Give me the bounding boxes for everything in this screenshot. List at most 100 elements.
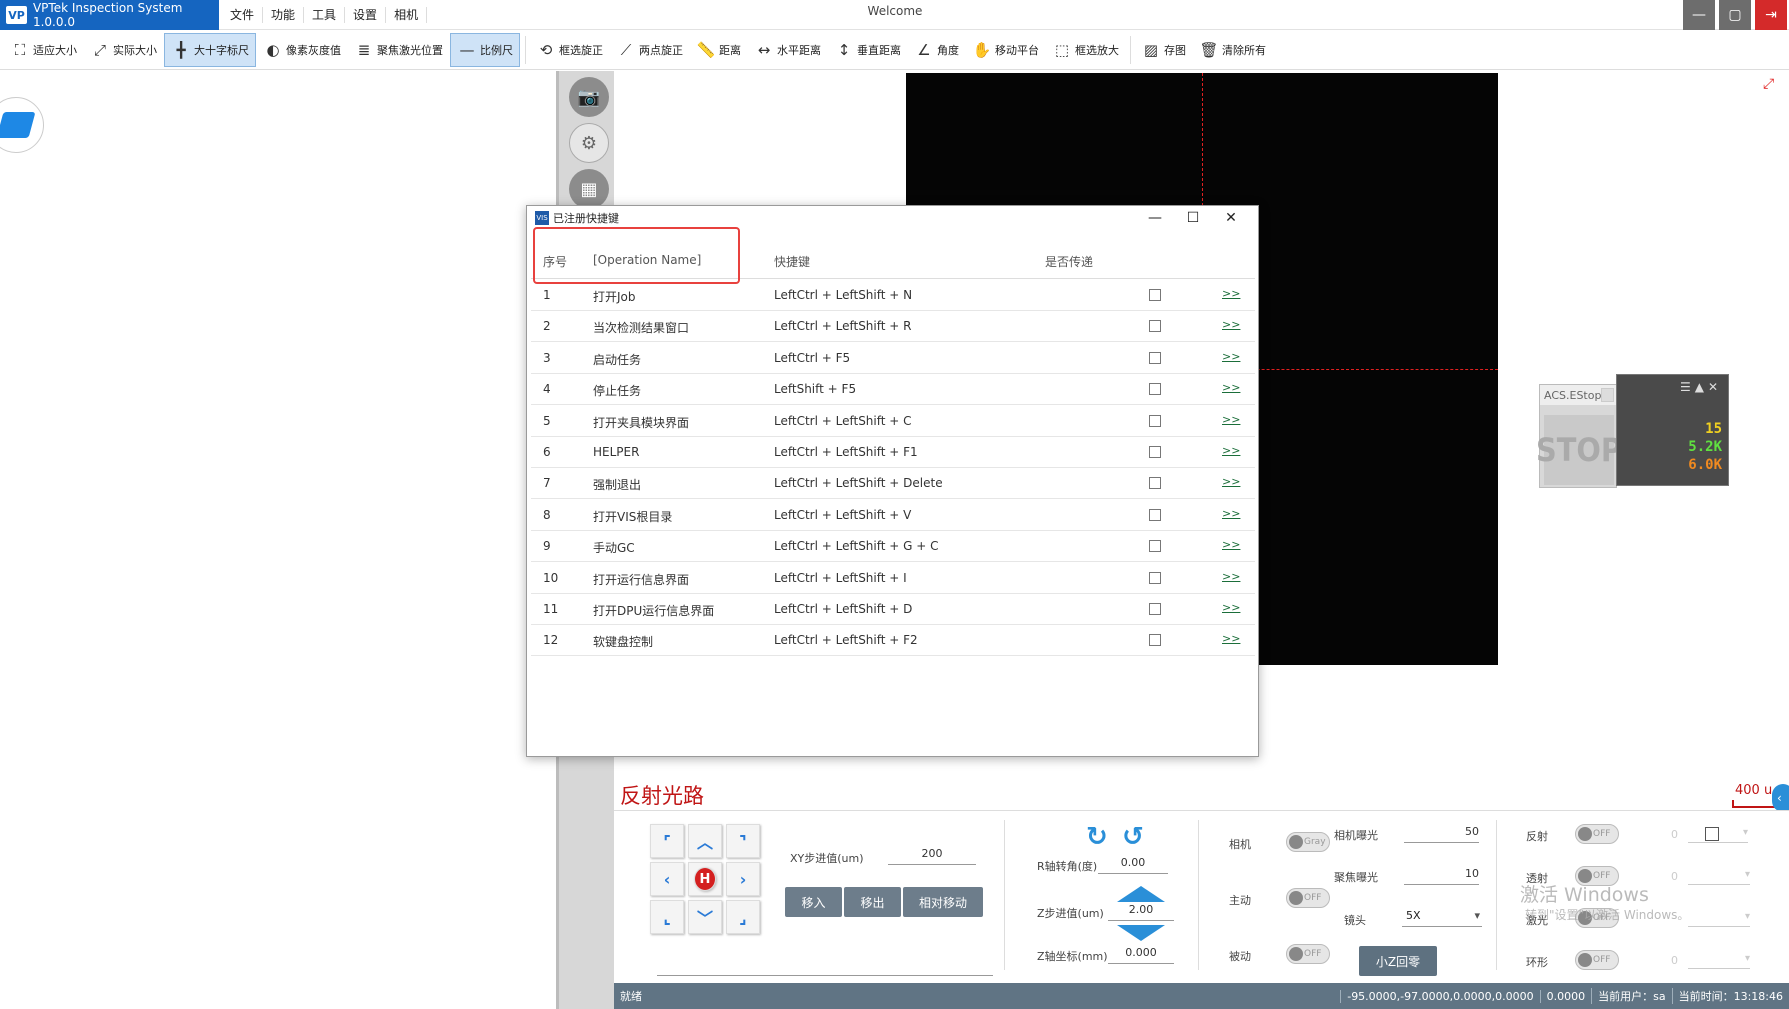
passive-toggle[interactable]: OFF [1286, 944, 1330, 964]
move-down-button[interactable]: ﹀ [688, 900, 722, 934]
table-row[interactable]: 12 软键盘控制 LeftCtrl + LeftShift + F2 >> [531, 625, 1255, 657]
dialog-minimize-button[interactable]: — [1135, 208, 1175, 228]
move-up-right-button[interactable]: ⌝ [726, 824, 760, 858]
camera-capture-button[interactable]: 📷 [569, 77, 609, 117]
row-detail-link[interactable]: >> [1222, 381, 1240, 394]
reflect-dropdown[interactable]: ▾ [1688, 827, 1748, 843]
vertical-distance-button[interactable]: ↕ 垂直距离 [828, 33, 907, 67]
move-up-button[interactable]: ︿ [688, 824, 722, 858]
reflect-toggle[interactable]: OFF [1575, 824, 1619, 844]
pass-through-checkbox[interactable] [1149, 603, 1161, 615]
move-in-button[interactable]: 移入 [785, 887, 842, 917]
move-down-left-button[interactable]: ⌞ [650, 900, 684, 934]
horizontal-distance-button[interactable]: ↔ 水平距离 [748, 33, 827, 67]
clear-all-button[interactable]: 🗑 清除所有 [1193, 33, 1272, 67]
pass-through-checkbox[interactable] [1149, 571, 1161, 584]
expand-icon[interactable]: ⤢ [1763, 76, 1774, 92]
pass-through-checkbox[interactable] [1149, 414, 1161, 427]
move-right-button[interactable]: › [726, 862, 760, 896]
acs-close-box[interactable] [1601, 388, 1614, 402]
table-row[interactable]: 9 手动GC LeftCtrl + LeftShift + G + C >> [531, 531, 1255, 563]
maximize-button[interactable]: ▢ [1719, 0, 1751, 30]
lens-select[interactable]: 5X [1402, 909, 1482, 927]
pass-through-checkbox[interactable] [1149, 289, 1161, 301]
pass-through-checkbox[interactable] [1149, 634, 1161, 647]
exit-button[interactable]: ⇥ [1755, 0, 1787, 30]
actual-size-button[interactable]: ⤢ 实际大小 [84, 33, 163, 67]
pass-through-checkbox[interactable] [1149, 446, 1161, 458]
dialog-close-button[interactable]: ✕ [1211, 208, 1251, 228]
z-step-input[interactable]: 2.00 [1108, 903, 1174, 921]
table-row[interactable]: 5 打开夹具模块界面 LeftCtrl + LeftShift + C >> [531, 406, 1255, 437]
menu-function[interactable]: 功能 [263, 7, 305, 23]
row-detail-link[interactable]: >> [1222, 601, 1240, 614]
two-point-rotate-button[interactable]: ⟋ 两点旋正 [610, 33, 689, 67]
table-row[interactable]: 1 打开Job LeftCtrl + LeftShift + N >> [531, 280, 1255, 311]
menu-settings[interactable]: 设置 [345, 7, 387, 23]
table-row[interactable]: 6 HELPER LeftCtrl + LeftShift + F1 >> [531, 437, 1255, 468]
focus-laser-button[interactable]: ≣ 聚焦激光位置 [348, 33, 449, 67]
move-down-right-button[interactable]: ⌟ [726, 900, 760, 934]
home-button[interactable]: H [688, 862, 722, 896]
z-down-button[interactable] [1117, 925, 1165, 941]
angle-button[interactable]: ∠ 角度 [908, 33, 965, 67]
ring-toggle[interactable]: OFF [1575, 950, 1619, 970]
up-icon[interactable]: ▲ [1695, 380, 1708, 394]
table-row[interactable]: 10 打开运行信息界面 LeftCtrl + LeftShift + I >> [531, 563, 1255, 594]
scale-bar-button[interactable]: — 比例尺 [450, 32, 520, 67]
move-platform-button[interactable]: ✋ 移动平台 [966, 33, 1045, 67]
r-angle-input[interactable]: 0.00 [1098, 856, 1168, 874]
move-left-button[interactable]: ‹ [650, 862, 684, 896]
row-detail-link[interactable]: >> [1222, 507, 1240, 520]
dialog-maximize-button[interactable]: ☐ [1173, 208, 1213, 228]
focus-exposure-input[interactable]: 10 [1404, 867, 1479, 885]
table-row[interactable]: 4 停止任务 LeftShift + F5 >> [531, 374, 1255, 406]
transmit-dropdown[interactable]: ▾ [1688, 869, 1750, 885]
fit-size-button[interactable]: ⛶ 适应大小 [4, 33, 83, 67]
table-row[interactable]: 7 强制退出 LeftCtrl + LeftShift + Delete >> [531, 468, 1255, 500]
table-row[interactable]: 3 启动任务 LeftCtrl + F5 >> [531, 343, 1255, 374]
laser-dropdown[interactable]: ▾ [1688, 911, 1750, 927]
table-row[interactable]: 11 打开DPU运行信息界面 LeftCtrl + LeftShift + D >> [531, 594, 1255, 625]
row-detail-link[interactable]: >> [1222, 413, 1240, 426]
close-icon[interactable]: ✕ [1708, 380, 1722, 394]
zoom-select-button[interactable]: ⬚ 框选放大 [1046, 33, 1125, 67]
move-up-left-button[interactable]: ⌜ [650, 824, 684, 858]
row-detail-link[interactable]: >> [1222, 475, 1240, 488]
stop-button[interactable]: STOP [1536, 415, 1622, 485]
rotate-ccw-button[interactable]: ↻ [1086, 822, 1108, 852]
collapse-panel-button[interactable]: ‹ [1772, 784, 1789, 812]
pass-through-checkbox[interactable] [1149, 477, 1161, 490]
row-detail-link[interactable]: >> [1222, 538, 1240, 551]
small-z-home-button[interactable]: 小Z回零 [1359, 946, 1437, 976]
table-row[interactable]: 2 当次检测结果窗口 LeftCtrl + LeftShift + R >> [531, 311, 1255, 343]
save-image-button[interactable]: ▨ 存图 [1135, 33, 1192, 67]
move-out-button[interactable]: 移出 [844, 887, 901, 917]
pass-through-checkbox[interactable] [1149, 351, 1161, 364]
relative-move-button[interactable]: 相对移动 [903, 887, 983, 917]
minimize-button[interactable]: — [1683, 0, 1715, 30]
table-row[interactable]: 8 打开VIS根目录 LeftCtrl + LeftShift + V >> [531, 500, 1255, 531]
camera-toggle[interactable]: Gray [1286, 832, 1330, 852]
menu-tools[interactable]: 工具 [304, 7, 346, 23]
pass-through-checkbox[interactable] [1149, 320, 1161, 333]
row-detail-link[interactable]: >> [1222, 444, 1240, 457]
pass-through-checkbox[interactable] [1149, 383, 1161, 396]
crosshair-ruler-button[interactable]: ╋ 大十字标尺 [164, 32, 256, 67]
pass-through-checkbox[interactable] [1149, 508, 1161, 521]
active-toggle[interactable]: OFF [1286, 888, 1330, 908]
row-detail-link[interactable]: >> [1222, 350, 1240, 363]
distance-button[interactable]: 📏 距离 [690, 33, 747, 67]
menu-icon[interactable]: ☰ [1680, 380, 1695, 394]
camera-exposure-input[interactable]: 50 [1404, 825, 1479, 843]
ring-dropdown[interactable]: ▾ [1688, 953, 1750, 969]
rotate-select-button[interactable]: ⟲ 框选旋正 [530, 33, 609, 67]
rotate-cw-button[interactable]: ↺ [1122, 822, 1144, 852]
row-detail-link[interactable]: >> [1222, 318, 1240, 331]
pixel-gray-button[interactable]: ◐ 像素灰度值 [257, 33, 347, 67]
z-up-button[interactable] [1117, 886, 1165, 902]
row-detail-link[interactable]: >> [1222, 287, 1240, 300]
row-detail-link[interactable]: >> [1222, 570, 1240, 583]
menu-camera[interactable]: 相机 [386, 7, 428, 23]
grid-button[interactable]: ▦ [569, 169, 609, 209]
